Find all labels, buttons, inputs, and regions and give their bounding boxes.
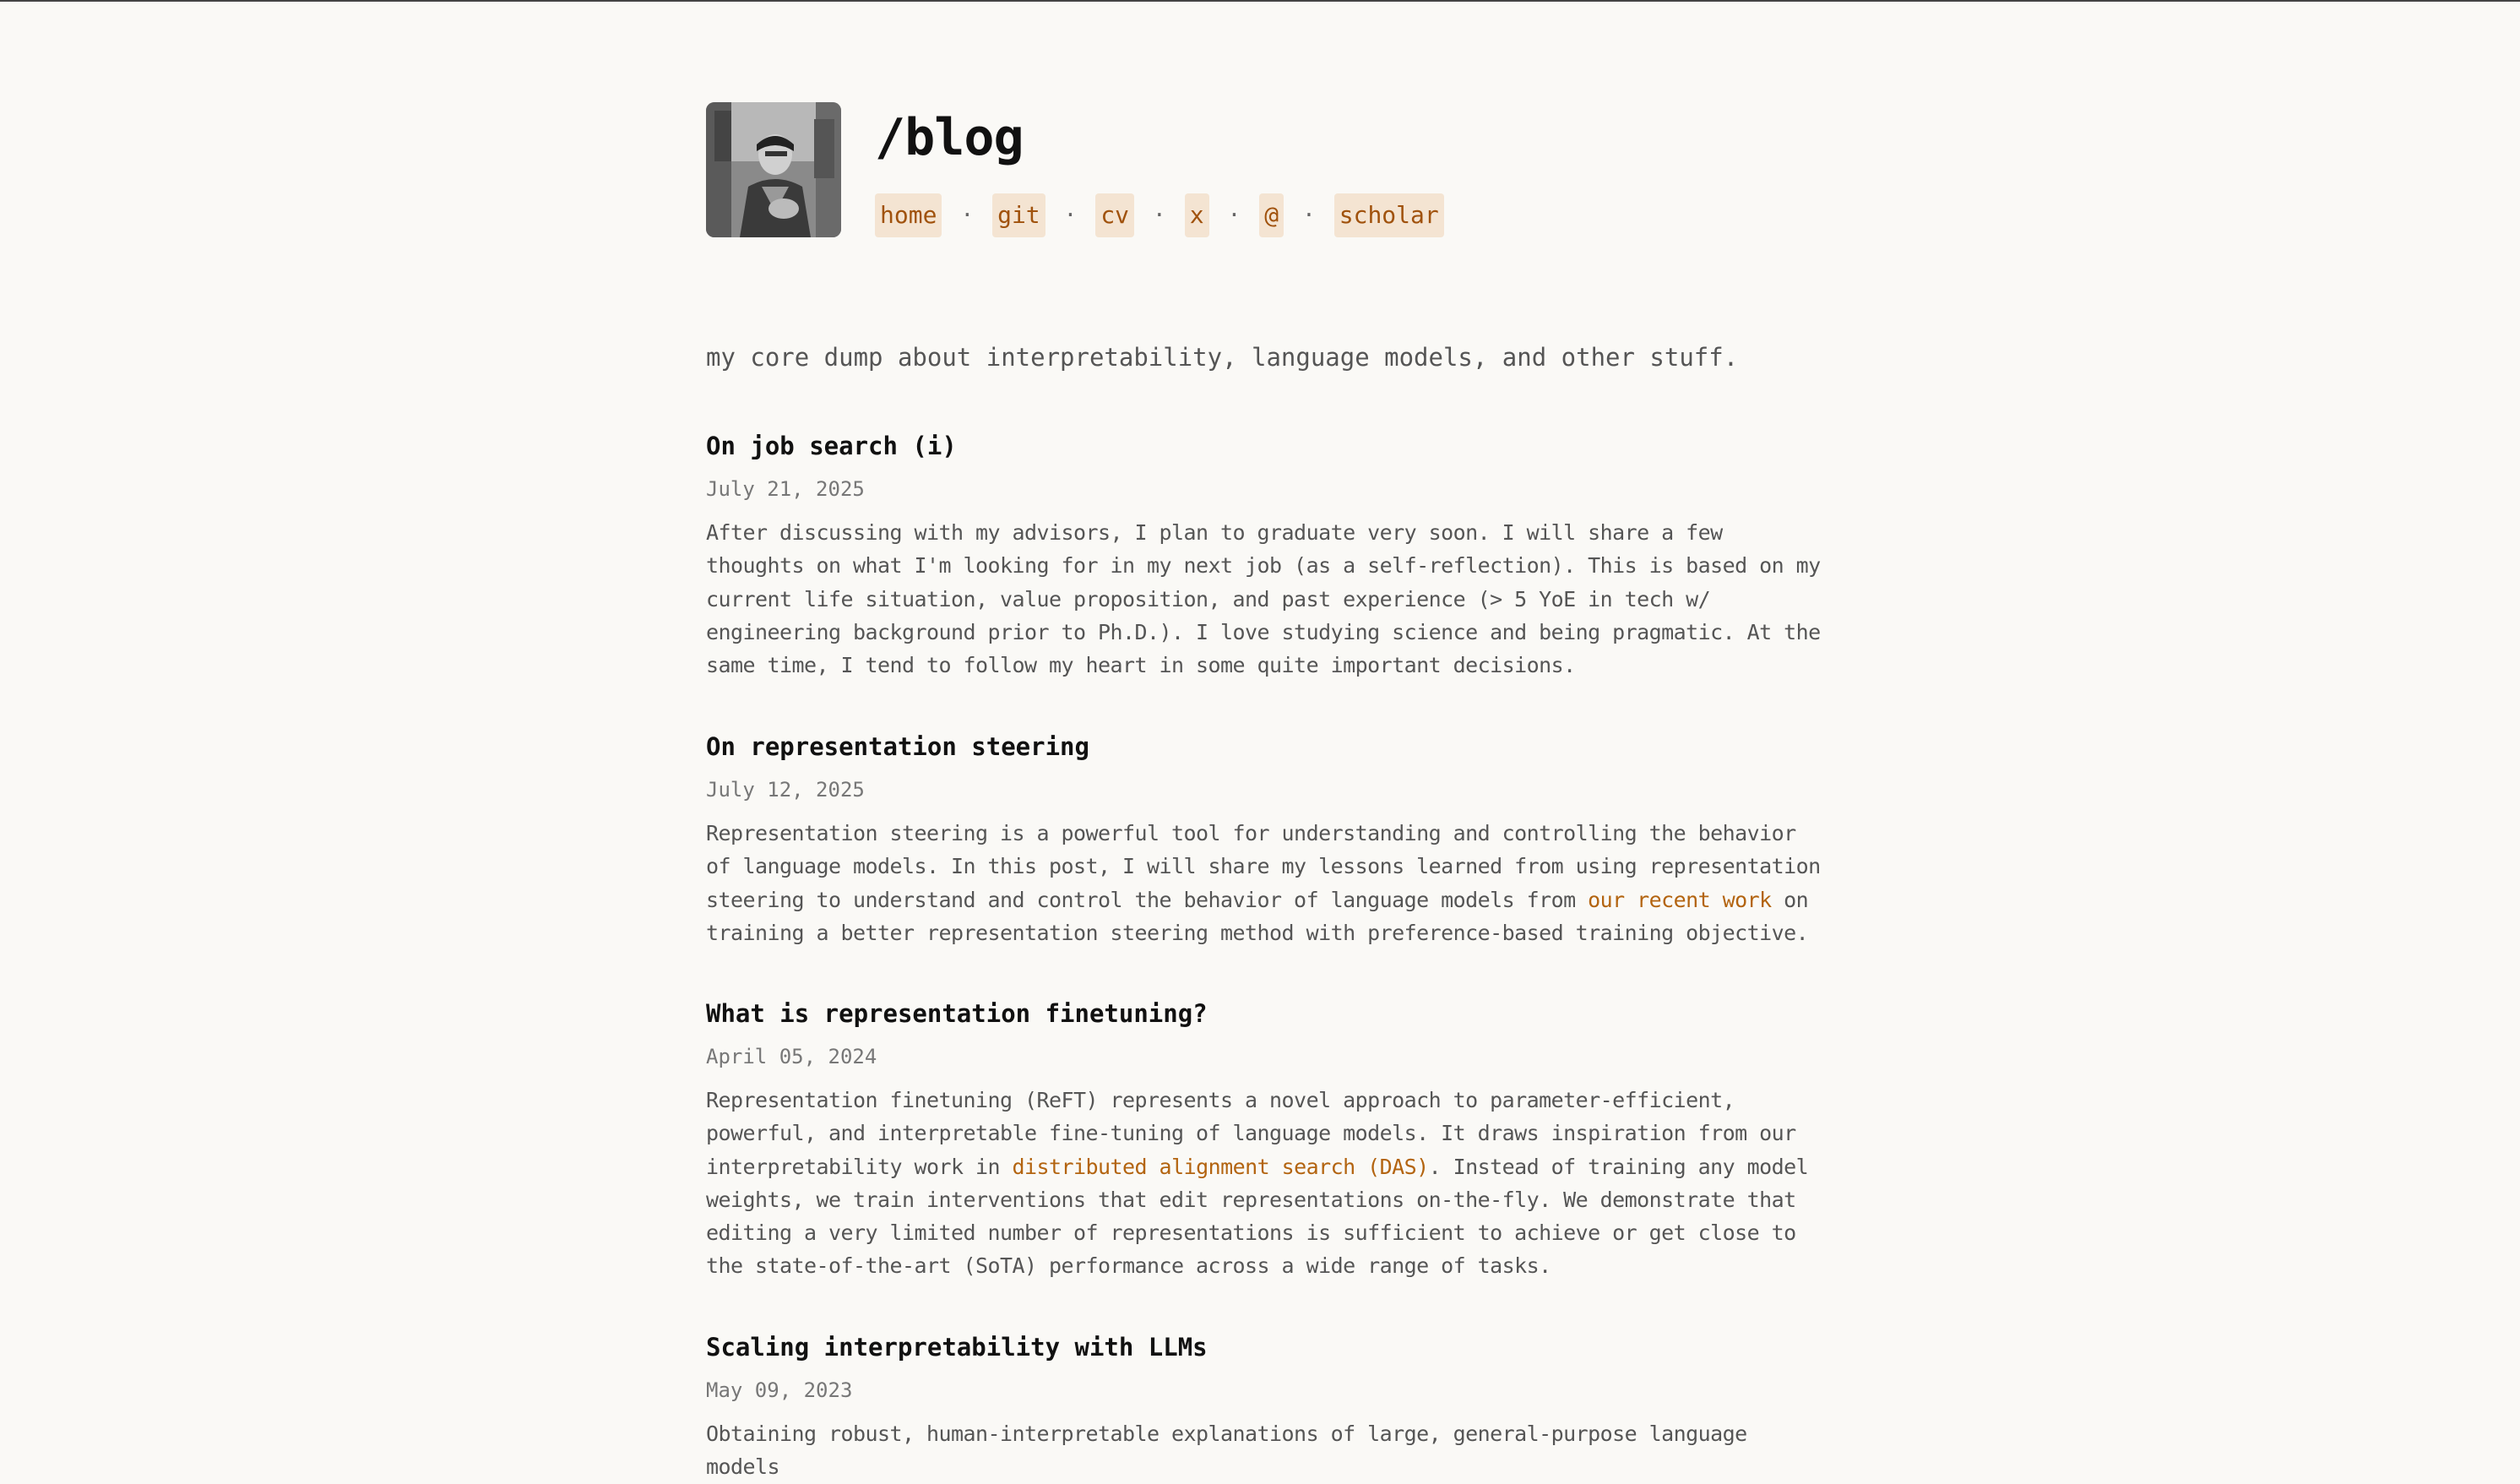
avatar[interactable] xyxy=(706,102,841,237)
nav-cv-link[interactable]: cv xyxy=(1095,193,1135,237)
post-title-link[interactable]: On job search (i) xyxy=(706,431,1821,461)
post-item: On representation steering July 12, 2025… xyxy=(706,731,1821,949)
blog-tagline: my core dump about interpretability, lan… xyxy=(706,343,1739,372)
nav-separator: · xyxy=(1153,203,1166,228)
post-excerpt: Representation finetuning (ReFT) represe… xyxy=(706,1084,1821,1283)
site-header: /blog home · git · cv · x · @ · scholar xyxy=(706,102,1444,237)
nav-email-link[interactable]: @ xyxy=(1259,193,1284,237)
post-title-link[interactable]: What is representation finetuning? xyxy=(706,998,1821,1029)
post-date: April 05, 2024 xyxy=(706,1045,877,1068)
post-date: July 12, 2025 xyxy=(706,778,865,802)
nav-scholar-link[interactable]: scholar xyxy=(1333,193,1444,237)
our-recent-work-link[interactable]: our recent work xyxy=(1588,888,1772,912)
post-title-link[interactable]: On representation steering xyxy=(706,731,1821,762)
post-excerpt: After discussing with my advisors, I pla… xyxy=(706,520,1821,678)
nav-separator: · xyxy=(960,203,975,228)
post-item: On job search (i) July 21, 2025 After di… xyxy=(706,431,1821,682)
nav-x-link[interactable]: x xyxy=(1184,193,1209,237)
post-date: May 09, 2023 xyxy=(706,1378,853,1402)
nav-separator: · xyxy=(1227,203,1241,228)
avatar-photo xyxy=(706,102,841,237)
post-item: What is representation finetuning? April… xyxy=(706,998,1821,1283)
post-item: Scaling interpretability with LLMs May 0… xyxy=(706,1332,1821,1484)
nav-separator: · xyxy=(1063,203,1078,228)
post-excerpt: Obtaining robust, human-interpretable ex… xyxy=(706,1421,1747,1480)
nav-home-link[interactable]: home xyxy=(875,193,942,237)
site-title: /blog xyxy=(875,108,1024,167)
das-link[interactable]: distributed alignment search (DAS) xyxy=(1013,1155,1430,1179)
nav-separator: · xyxy=(1302,203,1316,228)
post-excerpt: Representation steering is a powerful to… xyxy=(706,817,1821,949)
post-title-link[interactable]: Scaling interpretability with LLMs xyxy=(706,1332,1821,1362)
nav-git-link[interactable]: git xyxy=(992,193,1045,237)
header-text-block: /blog home · git · cv · x · @ · scholar xyxy=(875,102,1444,237)
post-date: July 21, 2025 xyxy=(706,477,865,501)
top-nav: home · git · cv · x · @ · scholar xyxy=(875,193,1444,237)
